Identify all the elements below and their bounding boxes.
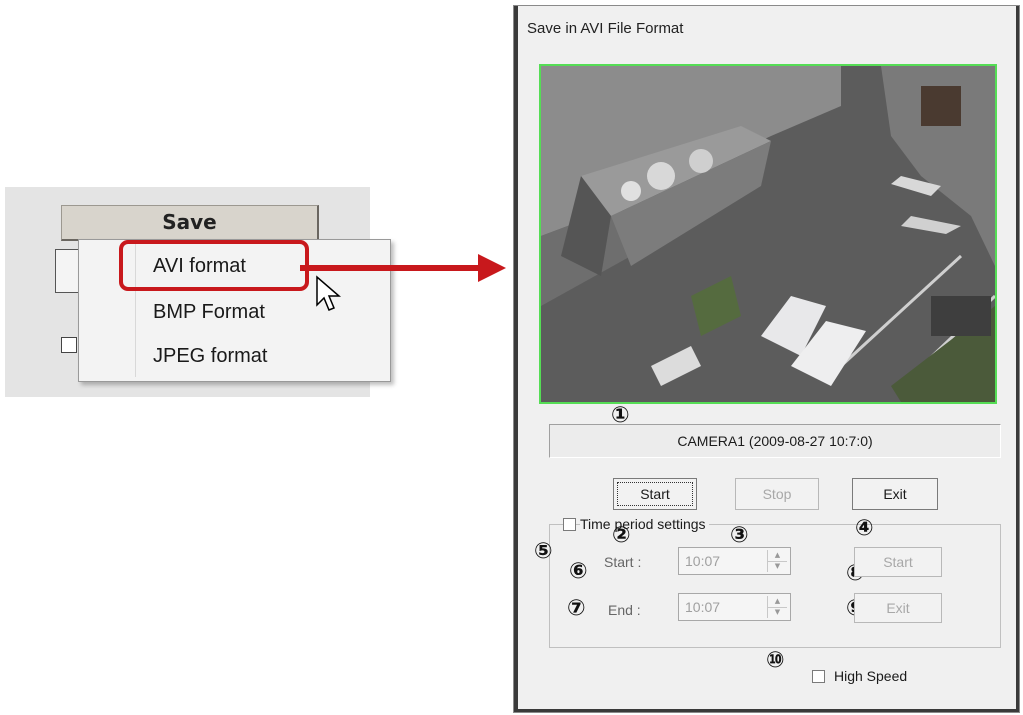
dialog-edge-right (1016, 6, 1019, 712)
parking-lot-image (541, 66, 995, 402)
callout-5: ⑤ (534, 539, 553, 564)
end-time-value: 10:07 (685, 599, 721, 615)
callout-2: ② (612, 523, 631, 548)
time-period-label: Time period settings (580, 516, 709, 532)
start-time-spin-arrows[interactable]: ▲ ▼ (767, 550, 788, 572)
time-period-checkbox[interactable] (563, 518, 576, 531)
start-time-value: 10:07 (685, 553, 721, 569)
red-arrow-icon (300, 254, 506, 282)
save-avi-dialog: Save in AVI File Format ① CAMERA1 (2009-… (513, 5, 1020, 713)
start-time-label: Start : (604, 554, 642, 570)
avi-format-highlight (119, 240, 309, 291)
high-speed-checkbox[interactable] (812, 670, 825, 683)
end-time-label: End : (608, 602, 641, 618)
save-button[interactable]: Save (61, 205, 319, 241)
end-time-spin-arrows[interactable]: ▲ ▼ (767, 596, 788, 618)
dialog-title: Save in AVI File Format (527, 20, 684, 37)
spin-down-icon[interactable]: ▼ (768, 561, 787, 572)
start-button[interactable]: Start (613, 478, 697, 510)
end-time-spinner[interactable]: 10:07 ▲ ▼ (678, 593, 791, 621)
period-exit-button[interactable]: Exit (854, 593, 942, 623)
menu-item-jpeg-format[interactable]: JPEG format (137, 338, 267, 374)
menu-item-bmp-format[interactable]: BMP Format (137, 294, 265, 330)
callout-4: ④ (855, 516, 874, 541)
camera-caption: CAMERA1 (2009-08-27 10:7:0) (549, 424, 1001, 458)
callout-10: ⑩ (766, 648, 785, 673)
callout-7: ⑦ (567, 596, 586, 621)
dialog-edge-left (514, 6, 518, 712)
period-start-button[interactable]: Start (854, 547, 942, 577)
camera-video-preview (539, 64, 997, 404)
background-checkbox (61, 337, 77, 353)
exit-button[interactable]: Exit (852, 478, 938, 510)
spin-down-icon[interactable]: ▼ (768, 607, 787, 618)
context-menu-panel: Save AVI format BMP Format JPEG format (5, 187, 391, 397)
high-speed-label: High Speed (834, 668, 908, 684)
start-time-spinner[interactable]: 10:07 ▲ ▼ (678, 547, 791, 575)
dialog-edge-bottom (514, 709, 1019, 712)
stop-button[interactable]: Stop (735, 478, 819, 510)
callout-3: ③ (730, 523, 749, 548)
callout-6: ⑥ (569, 559, 588, 584)
